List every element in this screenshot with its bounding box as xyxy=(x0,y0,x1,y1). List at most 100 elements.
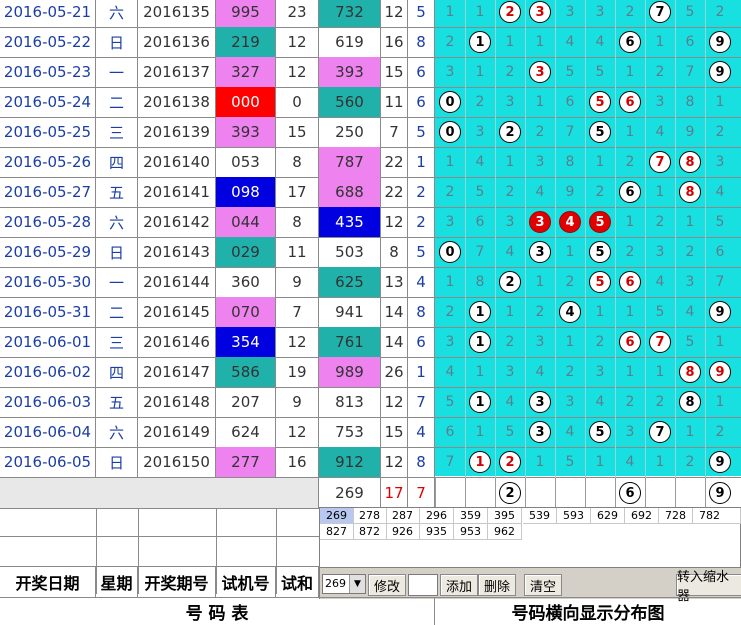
distribution-digit: 2 xyxy=(715,124,725,140)
distribution-digit: 2 xyxy=(655,394,665,410)
digit-ball: 5 xyxy=(589,421,611,443)
digit-ball: 3 xyxy=(529,391,551,413)
distribution-digit: 5 xyxy=(655,304,665,320)
date-cell: 2016-06-01 xyxy=(0,327,96,357)
draw-number-cell: 688 xyxy=(319,177,381,207)
digit-ball: 6 xyxy=(619,91,641,113)
distribution-digit: 1 xyxy=(655,364,665,380)
span-cell: 6 xyxy=(408,57,435,87)
period-cell: 2016141 xyxy=(138,177,216,207)
digit-ball: 6 xyxy=(619,271,641,293)
add-button[interactable]: 添加 xyxy=(440,574,478,596)
number-list-cell[interactable]: 296 xyxy=(420,508,454,524)
distribution-digit: 5 xyxy=(715,214,725,230)
number-list-cell[interactable]: 926 xyxy=(386,524,420,540)
number-list-cell[interactable]: 395 xyxy=(488,508,522,524)
distribution-digit: 2 xyxy=(625,394,635,410)
digit-ball: 4 xyxy=(559,301,581,323)
digit-ball: 6 xyxy=(619,331,641,353)
footer-right-title: 号码横向显示分布图 xyxy=(511,604,665,624)
number-list-cell[interactable]: 287 xyxy=(386,508,420,524)
weekday-cell: 六 xyxy=(96,417,138,447)
weekday-cell: 四 xyxy=(96,357,138,387)
trial-number-cell: 624 xyxy=(216,417,276,447)
shrink-button[interactable]: 转入缩水器 xyxy=(676,570,741,604)
chevron-down-icon: ▼ xyxy=(349,575,365,593)
pending-grid-line xyxy=(585,478,586,508)
distribution-digit: 1 xyxy=(625,124,635,140)
number-list-cell[interactable]: 935 xyxy=(420,524,454,540)
distribution-digit: 4 xyxy=(445,364,455,380)
span-cell: 1 xyxy=(408,357,435,387)
distribution-digit: 3 xyxy=(445,64,455,80)
number-list-cell[interactable]: 692 xyxy=(625,508,659,524)
draw-sum-cell: 7 xyxy=(381,117,408,147)
draw-number-cell: 761 xyxy=(319,327,381,357)
delete-button[interactable]: 删除 xyxy=(478,574,516,596)
digit-ball: 1 xyxy=(469,301,491,323)
span-cell: 6 xyxy=(408,327,435,357)
distribution-digit: 1 xyxy=(595,454,605,470)
period-cell: 2016138 xyxy=(138,87,216,117)
digit-ball: 7 xyxy=(649,421,671,443)
distribution-digit: 9 xyxy=(565,184,575,200)
weekday-cell: 五 xyxy=(96,177,138,207)
number-list-cell[interactable]: 782 xyxy=(693,508,741,524)
trial-number-cell: 000 xyxy=(216,87,276,117)
digit-ball: 3 xyxy=(529,241,551,263)
distribution-digit: 2 xyxy=(715,424,725,440)
distribution-digit: 4 xyxy=(655,274,665,290)
header-period: 开奖期号 xyxy=(138,567,216,597)
number-list-cell[interactable]: 953 xyxy=(454,524,488,540)
number-list-cell[interactable]: 629 xyxy=(591,508,625,524)
pending-grid-line xyxy=(615,478,616,508)
modify-button[interactable]: 修改 xyxy=(368,574,406,596)
trial-sum-cell: 12 xyxy=(276,27,319,57)
span-cell: 8 xyxy=(408,447,435,477)
digit-ball: 0 xyxy=(439,121,461,143)
trial-number-cell: 219 xyxy=(216,27,276,57)
distribution-digit: 2 xyxy=(595,184,605,200)
number-list-cell[interactable]: 269 xyxy=(320,508,354,524)
span-cell: 4 xyxy=(408,267,435,297)
header-trial-sum: 试和 xyxy=(276,567,319,597)
distribution-digit: 1 xyxy=(715,334,725,350)
draw-number-cell: 753 xyxy=(319,417,381,447)
number-list-cell[interactable]: 728 xyxy=(659,508,693,524)
date-cell: 2016-06-02 xyxy=(0,357,96,387)
distribution-digit: 1 xyxy=(535,454,545,470)
number-list-cell[interactable]: 278 xyxy=(353,508,387,524)
pending-draw-cell: 269 xyxy=(319,478,381,508)
period-cell: 2016150 xyxy=(138,447,216,477)
number-list-cell[interactable]: 359 xyxy=(454,508,488,524)
distribution-digit: 1 xyxy=(625,364,635,380)
weekday-cell: 日 xyxy=(96,447,138,477)
number-list-cell[interactable]: 593 xyxy=(557,508,591,524)
distribution-digit: 1 xyxy=(655,454,665,470)
distribution-digit: 3 xyxy=(625,424,635,440)
weekday-cell: 一 xyxy=(96,267,138,297)
pending-grid-line xyxy=(675,478,676,508)
trial-sum-cell: 0 xyxy=(276,87,319,117)
clear-button[interactable]: 清空 xyxy=(524,574,562,596)
number-input[interactable] xyxy=(408,574,438,596)
date-cell: 2016-05-24 xyxy=(0,87,96,117)
distribution-digit: 2 xyxy=(535,124,545,140)
date-cell: 2016-05-27 xyxy=(0,177,96,207)
number-list-cell[interactable]: 872 xyxy=(353,524,387,540)
number-select[interactable]: 269 ▼ xyxy=(322,574,366,594)
distribution-digit: 4 xyxy=(595,394,605,410)
distribution-digit: 1 xyxy=(505,34,515,50)
distribution-digit: 2 xyxy=(505,184,515,200)
draw-sum-cell: 14 xyxy=(381,327,408,357)
distribution-digit: 1 xyxy=(595,304,605,320)
trial-number-cell: 327 xyxy=(216,57,276,87)
weekday-cell: 二 xyxy=(96,87,138,117)
date-cell: 2016-05-28 xyxy=(0,207,96,237)
number-list-cell[interactable]: 539 xyxy=(523,508,557,524)
span-cell: 5 xyxy=(408,237,435,267)
distribution-digit: 1 xyxy=(445,154,455,170)
number-list-cell[interactable]: 827 xyxy=(320,524,354,540)
number-list-cell[interactable]: 962 xyxy=(488,524,522,540)
distribution-digit: 7 xyxy=(715,274,725,290)
